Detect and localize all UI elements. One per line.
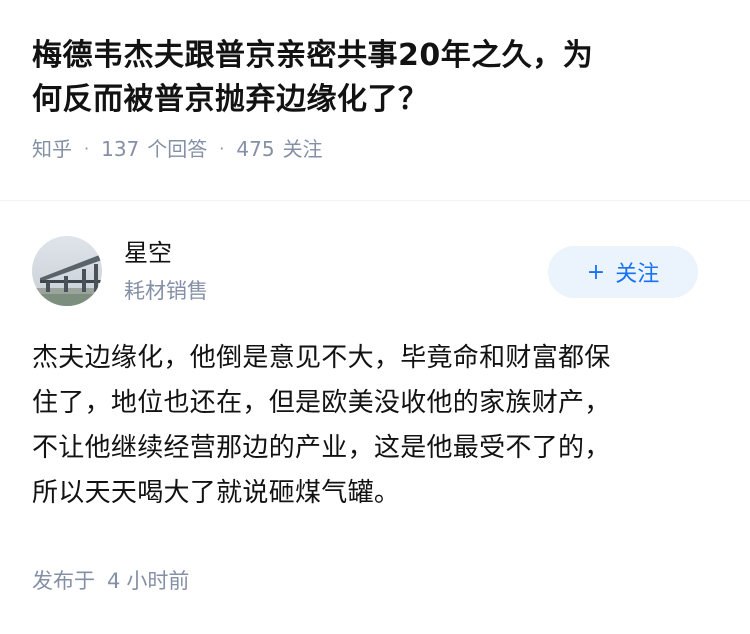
follow-button[interactable]: + 关注: [548, 246, 698, 298]
question-title[interactable]: 梅德韦杰夫跟普京亲密共事20年之久，为 何反而被普京抛弃边缘化了？: [32, 34, 712, 122]
follow-button-label: 关注: [615, 262, 660, 287]
question-title-line: 何反而被普京抛弃边缘化了？: [32, 82, 429, 117]
author-bio: 耗材销售: [124, 279, 208, 303]
avatar[interactable]: [32, 236, 102, 306]
divider: [0, 200, 750, 201]
avatar-bridge-photo-icon: [32, 236, 102, 306]
publish-prefix: 发布于: [32, 569, 95, 593]
answer-line: 住了，地位也还在，但是欧美没收他的家族财产，: [32, 388, 611, 418]
question-meta: 知乎 · 137 个回答 · 475 关注: [32, 135, 712, 163]
follow-count: 475: [236, 137, 275, 161]
source-label[interactable]: 知乎: [32, 135, 72, 163]
answer-line: 所以天天喝大了就说砸煤气罐。: [32, 478, 401, 508]
answer-count-label: 个回答: [147, 137, 208, 161]
author-card: 星空 耗材销售 + 关注: [32, 236, 718, 308]
answer-content[interactable]: 杰夫边缘化，他倒是意见不大，毕竟命和财富都保 住了，地位也还在，但是欧美没收他的…: [32, 336, 722, 516]
answer-line: 不让他继续经营那边的产业，这是他最受不了的，: [32, 433, 611, 463]
separator-dot: ·: [84, 139, 90, 158]
publish-time: 发布于 4 小时前: [32, 566, 189, 596]
answer-line: 杰夫边缘化，他倒是意见不大，毕竟命和财富都保: [32, 343, 611, 373]
follow-count-label: 关注: [282, 137, 323, 161]
plus-icon: +: [586, 259, 606, 285]
publish-suffix: 小时前: [126, 569, 190, 593]
author-name[interactable]: 星空: [124, 236, 172, 270]
question-title-line: 梅德韦杰夫跟普京亲密共事20年之久，为: [32, 38, 594, 73]
publish-number: 4: [107, 569, 121, 593]
separator-dot: ·: [219, 139, 225, 158]
question-header: 梅德韦杰夫跟普京亲密共事20年之久，为 何反而被普京抛弃边缘化了？ 知乎 · 1…: [32, 34, 712, 163]
answer-count: 137: [101, 137, 140, 161]
